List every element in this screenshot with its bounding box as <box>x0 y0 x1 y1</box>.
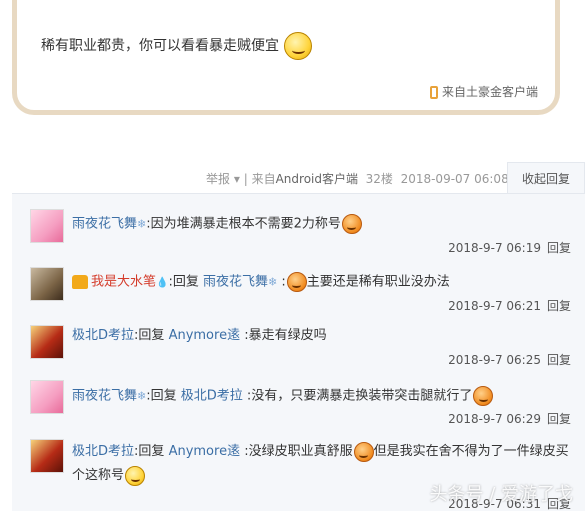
quote-card: 稀有职业都贵，你可以看看暴走贼便宜 来自土豪金客户端 <box>12 0 560 115</box>
avatar[interactable] <box>30 325 64 359</box>
reply-time: 2018-9-7 06:29 回复 <box>448 412 571 426</box>
client-link[interactable]: Android客户端 <box>276 172 358 186</box>
crown-vip-icon <box>72 275 88 289</box>
avatar[interactable] <box>30 267 64 301</box>
username-link[interactable]: 极北D考拉 <box>72 444 134 459</box>
snowflake-icon: ❄ <box>137 217 147 231</box>
quote-text: 稀有职业都贵，你可以看看暴走贼便宜 <box>41 32 313 60</box>
dropdown-arrow-icon: ▾ <box>233 172 240 186</box>
phone-icon <box>429 86 438 99</box>
username-link[interactable]: 雨夜花飞舞 <box>72 217 137 232</box>
avatar[interactable] <box>30 439 64 473</box>
reply-target-link[interactable]: 极北D考拉 <box>181 389 243 404</box>
reply-button[interactable]: 回复 <box>547 353 571 367</box>
reply-button[interactable]: 回复 <box>547 241 571 255</box>
reply-target-link[interactable]: Anymore逺 <box>169 444 241 459</box>
post-date: 2018-09-07 06:08 <box>400 172 509 186</box>
username-link[interactable]: 雨夜花飞舞 <box>72 389 137 404</box>
username-link[interactable]: 我是大水笔 <box>91 275 156 290</box>
floor-number: 32楼 <box>365 172 393 186</box>
reply-content: 雨夜花飞舞❄:回复 极北D考拉 :没有，只要满暴走换装带突击腿就行了 <box>72 386 494 407</box>
reply-time: 2018-9-7 06:21 回复 <box>448 299 571 313</box>
reply-content: 雨夜花飞舞❄:因为堆满暴走根本不需要2力称号 <box>72 214 362 235</box>
avatar[interactable] <box>30 209 64 243</box>
smile-emoji-icon <box>473 386 494 406</box>
smile-emoji-icon <box>284 32 313 60</box>
smile-emoji-icon <box>125 465 146 486</box>
smile-emoji-icon <box>341 214 362 234</box>
reply-content: 我是大水笔💧:回复 雨夜花飞舞❄ : 主要还是稀有职业没办法 <box>72 272 450 294</box>
collapse-replies-button[interactable]: 收起回复 <box>507 162 585 194</box>
reply-target-link[interactable]: 雨夜花飞舞 <box>203 275 268 290</box>
avatar[interactable] <box>30 380 64 414</box>
smile-emoji-icon <box>353 441 374 462</box>
snowflake-icon: ❄ <box>268 275 278 289</box>
username-link[interactable]: 极北D考拉 <box>72 328 134 343</box>
water-drop-icon: 💧 <box>156 277 169 289</box>
snowflake-icon: ❄ <box>137 389 147 403</box>
reply-button[interactable]: 回复 <box>547 299 571 313</box>
smile-emoji-icon <box>286 272 307 292</box>
page: 稀有职业都贵，你可以看看暴走贼便宜 来自土豪金客户端 举报 ▾ | 来自Andr… <box>0 0 585 511</box>
report-link[interactable]: 举报 ▾ <box>206 172 240 186</box>
card-source[interactable]: 来自土豪金客户端 <box>429 83 538 100</box>
post-meta: 举报 ▾ | 来自Android客户端 32楼 2018-09-07 06:08 <box>206 172 509 186</box>
reply-time: 2018-9-7 06:19 回复 <box>448 241 571 255</box>
reply-target-link[interactable]: Anymore逺 <box>169 328 241 343</box>
watermark: 头条号 / 爱游了戈 <box>429 484 573 505</box>
reply-time: 2018-9-7 06:25 回复 <box>448 353 571 367</box>
reply-content: 极北D考拉:回复 Anymore逺 :暴走有绿皮吗 <box>72 328 327 343</box>
reply-list: 雨夜花飞舞❄:因为堆满暴走根本不需要2力称号 2018-9-7 06:19 回复 … <box>12 193 585 511</box>
reply-button[interactable]: 回复 <box>547 412 571 426</box>
